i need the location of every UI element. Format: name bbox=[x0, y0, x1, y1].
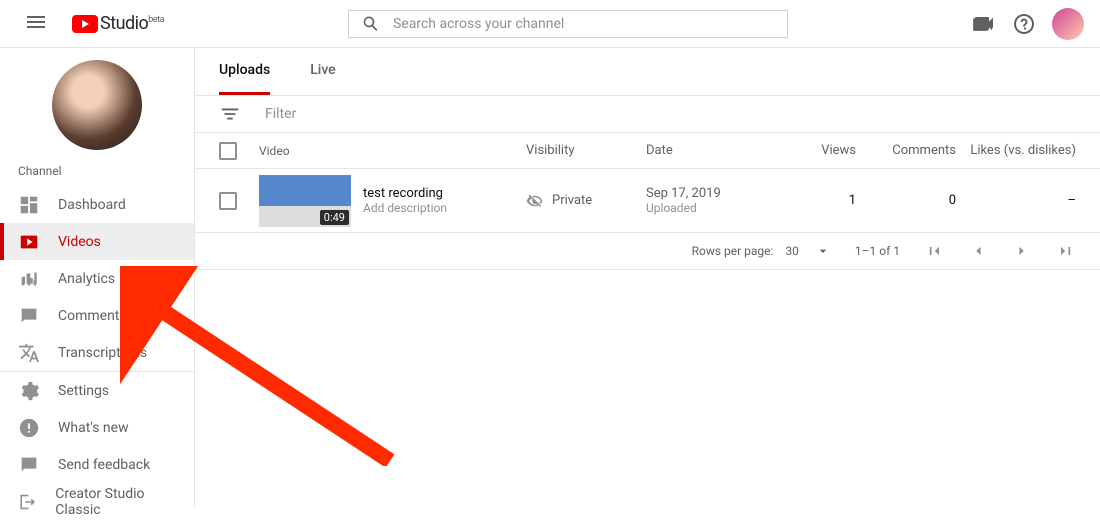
next-page-icon[interactable] bbox=[1012, 241, 1032, 261]
visibility-label: Private bbox=[552, 193, 592, 208]
last-page-icon[interactable] bbox=[1056, 241, 1076, 261]
filter-icon bbox=[219, 103, 241, 125]
rows-per-page-value[interactable]: 30 bbox=[785, 244, 799, 258]
select-all-checkbox[interactable] bbox=[219, 142, 237, 160]
likes-cell: – bbox=[956, 193, 1076, 208]
hamburger-menu[interactable] bbox=[16, 2, 56, 46]
first-page-icon[interactable] bbox=[924, 241, 944, 261]
sidebar-item-label: Dashboard bbox=[58, 197, 126, 213]
pagination: Rows per page: 30 1–1 of 1 bbox=[195, 233, 1100, 270]
search-box[interactable] bbox=[348, 10, 788, 38]
user-avatar[interactable] bbox=[1052, 8, 1084, 40]
table-row[interactable]: 0:49 test recording Add description Priv… bbox=[195, 169, 1100, 233]
sidebar-item-videos[interactable]: Videos bbox=[0, 223, 194, 260]
tab-live[interactable]: Live bbox=[310, 62, 335, 95]
views-cell: 1 bbox=[776, 193, 856, 208]
sidebar-item-transcriptions[interactable]: Transcriptions bbox=[0, 334, 194, 371]
sidebar-item-analytics[interactable]: Analytics bbox=[0, 260, 194, 297]
create-video-icon[interactable] bbox=[972, 12, 996, 36]
tabs: Uploads Live bbox=[195, 48, 1100, 96]
sidebar-item-label: Creator Studio Classic bbox=[55, 486, 176, 518]
channel-label: Channel bbox=[0, 158, 194, 186]
comments-cell: 0 bbox=[856, 193, 956, 208]
analytics-icon bbox=[18, 268, 40, 290]
video-duration: 0:49 bbox=[320, 210, 349, 225]
sidebar-item-label: Settings bbox=[58, 383, 109, 399]
video-thumbnail[interactable]: 0:49 bbox=[259, 175, 351, 227]
sidebar-item-whats-new[interactable]: What's new bbox=[0, 409, 194, 446]
sidebar-item-comments[interactable]: Comments bbox=[0, 297, 194, 334]
page-range: 1–1 of 1 bbox=[855, 244, 900, 258]
header-likes[interactable]: Likes (vs. dislikes) bbox=[956, 143, 1076, 158]
menu-icon bbox=[24, 10, 48, 34]
search-input[interactable] bbox=[393, 16, 775, 32]
feedback-icon bbox=[18, 454, 40, 476]
sidebar-item-classic[interactable]: Creator Studio Classic bbox=[0, 483, 194, 520]
dashboard-icon bbox=[18, 194, 40, 216]
translate-icon bbox=[18, 342, 40, 364]
date-cell: Sep 17, 2019 Uploaded bbox=[646, 186, 776, 215]
video-description[interactable]: Add description bbox=[363, 201, 447, 215]
comments-icon bbox=[18, 305, 40, 327]
rows-per-page-label: Rows per page: bbox=[692, 244, 774, 258]
youtube-studio-logo[interactable]: Studiobeta bbox=[72, 13, 164, 34]
exit-icon bbox=[18, 491, 37, 513]
header-comments[interactable]: Comments bbox=[856, 143, 956, 158]
video-title[interactable]: test recording bbox=[363, 186, 447, 201]
header-views[interactable]: Views bbox=[776, 143, 856, 158]
logo-text: Studiobeta bbox=[100, 13, 164, 34]
videos-icon bbox=[18, 231, 40, 253]
gear-icon bbox=[18, 380, 40, 402]
eye-off-icon bbox=[526, 192, 544, 210]
filter-row bbox=[195, 96, 1100, 133]
sidebar: Channel Dashboard Videos Analytics Comme… bbox=[0, 48, 195, 507]
table-header: Video Visibility Date Views Comments Lik… bbox=[195, 133, 1100, 169]
sidebar-item-label: Videos bbox=[58, 234, 101, 250]
sidebar-item-label: Transcriptions bbox=[58, 345, 147, 361]
sidebar-item-label: Analytics bbox=[58, 271, 115, 287]
header-date[interactable]: Date bbox=[646, 143, 776, 158]
chevron-down-icon[interactable] bbox=[815, 243, 831, 259]
prev-page-icon[interactable] bbox=[968, 241, 988, 261]
filter-input[interactable] bbox=[265, 106, 1076, 122]
sidebar-item-label: Send feedback bbox=[58, 457, 150, 473]
help-icon[interactable] bbox=[1012, 12, 1036, 36]
announce-icon bbox=[18, 417, 40, 439]
channel-avatar[interactable] bbox=[52, 60, 142, 150]
visibility-cell[interactable]: Private bbox=[526, 192, 646, 210]
main-content: Uploads Live Video Visibility Date Views… bbox=[195, 48, 1100, 507]
header-video[interactable]: Video bbox=[259, 144, 526, 158]
sidebar-item-label: What's new bbox=[58, 420, 129, 436]
search-icon bbox=[361, 14, 381, 34]
app-header: Studiobeta bbox=[0, 0, 1100, 48]
row-checkbox[interactable] bbox=[219, 192, 237, 210]
play-icon bbox=[72, 15, 98, 33]
tab-uploads[interactable]: Uploads bbox=[219, 62, 270, 95]
sidebar-item-label: Comments bbox=[58, 308, 127, 324]
sidebar-item-settings[interactable]: Settings bbox=[0, 372, 194, 409]
sidebar-item-dashboard[interactable]: Dashboard bbox=[0, 186, 194, 223]
header-visibility[interactable]: Visibility bbox=[526, 143, 646, 158]
sidebar-item-feedback[interactable]: Send feedback bbox=[0, 446, 194, 483]
